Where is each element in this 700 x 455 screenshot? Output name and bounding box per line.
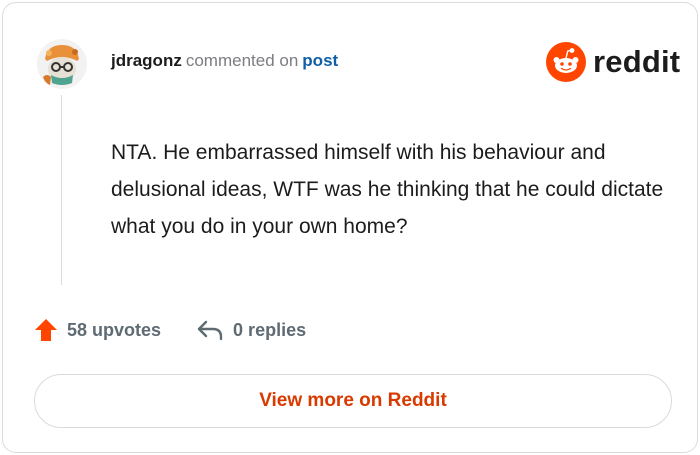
view-more-button[interactable]: View more on Reddit [34, 374, 672, 428]
avatar[interactable] [37, 39, 87, 89]
post-link[interactable]: post [302, 51, 338, 70]
replies-button[interactable]: 0 replies [196, 318, 306, 342]
avatar-image [37, 39, 87, 89]
reddit-wordmark: reddit [593, 44, 681, 79]
reddit-logo[interactable]: reddit [546, 41, 680, 83]
reddit-snoo-icon [546, 42, 586, 82]
reply-count: 0 replies [233, 319, 307, 340]
upvote-count: 58 upvotes [67, 319, 162, 340]
comment-embed-card: jdragonz commented on post reddit NTA. He … [2, 2, 698, 453]
upvote-arrow-icon[interactable] [33, 317, 59, 343]
thread-line [61, 95, 62, 285]
comment-actions: 58 upvotes 0 replies [33, 315, 306, 345]
username-link[interactable]: jdragonz [111, 51, 182, 70]
comment-body: NTA. He embarrassed himself with his beh… [111, 141, 664, 238]
commented-on-text: commented on [185, 51, 299, 70]
reply-arrow-icon [197, 320, 223, 341]
comment-header: jdragonz commented on post [111, 51, 338, 71]
